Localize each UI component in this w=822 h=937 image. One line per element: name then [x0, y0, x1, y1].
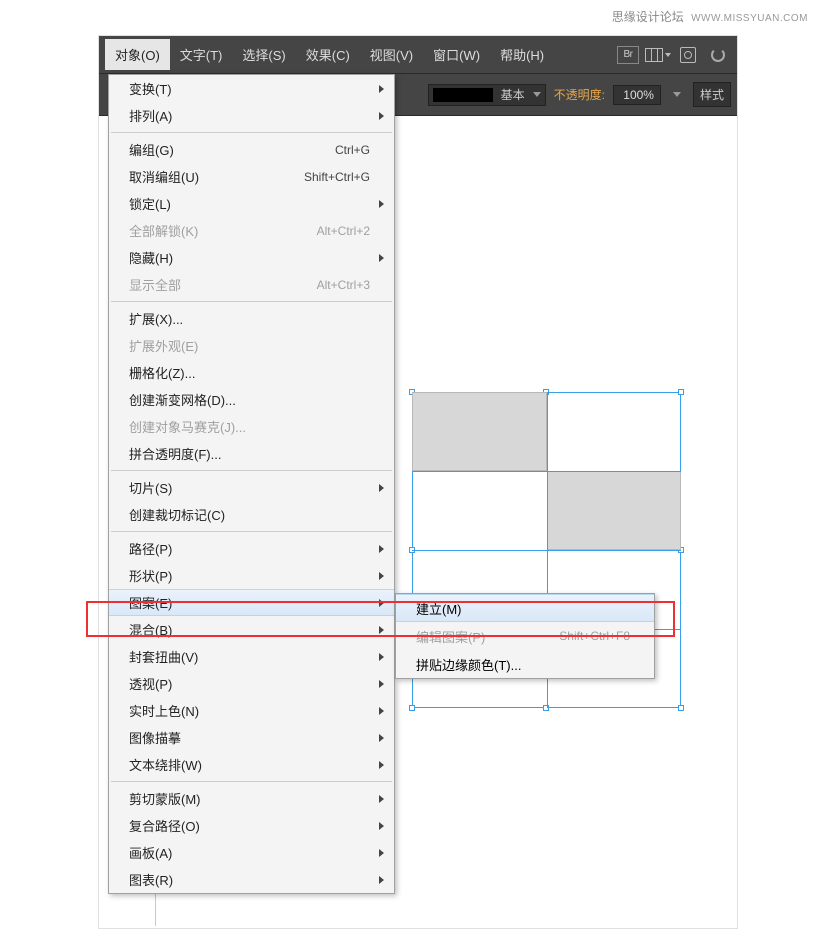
stroke-style-dropdown[interactable]: 基本 — [428, 84, 546, 106]
menu-separator — [111, 531, 392, 532]
menu-window[interactable]: 窗口(W) — [423, 39, 490, 70]
app-frame: 对象(O) 文字(T) 选择(S) 效果(C) 视图(V) 窗口(W) 帮助(H… — [98, 35, 738, 929]
menu-item[interactable]: 路径(P) — [109, 535, 394, 562]
grid-cell — [547, 471, 681, 550]
opacity-dropdown-icon[interactable] — [673, 92, 681, 97]
menubar: 对象(O) 文字(T) 选择(S) 效果(C) 视图(V) 窗口(W) 帮助(H… — [99, 36, 737, 74]
sel-handle[interactable] — [543, 705, 549, 711]
menu-item: 扩展外观(E) — [109, 332, 394, 359]
menu-item[interactable]: 实时上色(N) — [109, 697, 394, 724]
menu-item[interactable]: 复合路径(O) — [109, 812, 394, 839]
menu-item: 创建对象马赛克(J)... — [109, 413, 394, 440]
menu-item[interactable]: 透视(P) — [109, 670, 394, 697]
menu-item[interactable]: 图案(E) — [109, 589, 394, 616]
bridge-icon[interactable]: Br — [615, 42, 641, 68]
menu-separator — [111, 132, 392, 133]
opacity-input[interactable]: 100% — [613, 85, 661, 105]
menu-effect[interactable]: 效果(C) — [296, 39, 360, 70]
menu-item[interactable]: 剪切蒙版(M) — [109, 785, 394, 812]
menu-help[interactable]: 帮助(H) — [490, 39, 554, 70]
menu-item[interactable]: 取消编组(U)Shift+Ctrl+G — [109, 163, 394, 190]
menu-separator — [111, 470, 392, 471]
menu-select[interactable]: 选择(S) — [232, 39, 295, 70]
submenu-item[interactable]: 拼贴边缘颜色(T)... — [396, 650, 654, 678]
menu-item[interactable]: 混合(B) — [109, 616, 394, 643]
menu-item[interactable]: 切片(S) — [109, 474, 394, 501]
pattern-submenu: 建立(M)编辑图案(P)Shift+Ctrl+F8拼贴边缘颜色(T)... — [395, 593, 655, 679]
submenu-item: 编辑图案(P)Shift+Ctrl+F8 — [396, 622, 654, 650]
submenu-item[interactable]: 建立(M) — [396, 594, 654, 622]
menu-item[interactable]: 创建渐变网格(D)... — [109, 386, 394, 413]
arrange-docs-icon[interactable] — [645, 42, 671, 68]
sel-handle[interactable] — [409, 705, 415, 711]
watermark: 思缘设计论坛 WWW.MISSYUAN.COM — [612, 8, 808, 25]
menu-item[interactable]: 形状(P) — [109, 562, 394, 589]
menu-item[interactable]: 排列(A) — [109, 102, 394, 129]
sel-handle[interactable] — [678, 705, 684, 711]
opacity-label: 不透明度: — [554, 86, 605, 103]
menu-item[interactable]: 锁定(L) — [109, 190, 394, 217]
menu-separator — [111, 781, 392, 782]
menu-text[interactable]: 文字(T) — [170, 39, 233, 70]
menu-item[interactable]: 画板(A) — [109, 839, 394, 866]
menu-object[interactable]: 对象(O) — [105, 39, 170, 70]
menu-item[interactable]: 创建裁切标记(C) — [109, 501, 394, 528]
menu-item[interactable]: 拼合透明度(F)... — [109, 440, 394, 467]
menu-item[interactable]: 隐藏(H) — [109, 244, 394, 271]
sync-icon[interactable] — [705, 42, 731, 68]
menu-item[interactable]: 栅格化(Z)... — [109, 359, 394, 386]
sel-handle[interactable] — [678, 389, 684, 395]
menu-item[interactable]: 文本绕排(W) — [109, 751, 394, 778]
menu-item: 全部解锁(K)Alt+Ctrl+2 — [109, 217, 394, 244]
menu-separator — [111, 301, 392, 302]
doc-search-icon[interactable] — [675, 42, 701, 68]
menu-item[interactable]: 封套扭曲(V) — [109, 643, 394, 670]
style-button[interactable]: 样式 — [693, 82, 731, 107]
grid-cell — [412, 392, 547, 471]
menu-item[interactable]: 扩展(X)... — [109, 305, 394, 332]
menu-item[interactable]: 变换(T) — [109, 75, 394, 102]
menu-view[interactable]: 视图(V) — [360, 39, 423, 70]
object-dropdown: 变换(T)排列(A) 编组(G)Ctrl+G取消编组(U)Shift+Ctrl+G… — [108, 74, 395, 894]
menu-item[interactable]: 图像描摹 — [109, 724, 394, 751]
menu-item: 显示全部Alt+Ctrl+3 — [109, 271, 394, 298]
menu-item[interactable]: 编组(G)Ctrl+G — [109, 136, 394, 163]
menu-item[interactable]: 图表(R) — [109, 866, 394, 893]
